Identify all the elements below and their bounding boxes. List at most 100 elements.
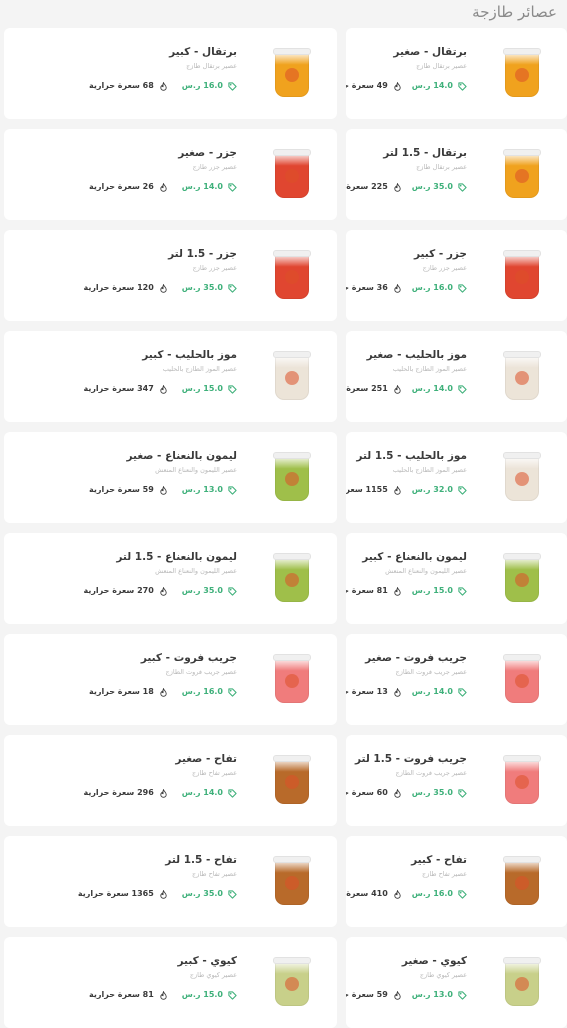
fire-icon [159, 990, 168, 1000]
tag-icon [228, 687, 237, 697]
product-name: ليمون بالنعناع - كبير [362, 551, 467, 563]
product-info: كيوي - صغير عصير كيوي طازج 13.0 ر.س 59 سعرة… [346, 954, 467, 1000]
fire-icon [393, 889, 402, 899]
product-meta: 14.0 ر.س 13 سعرة حرارية [346, 687, 467, 697]
product-card[interactable]: ليمون بالنعناع - كبير عصير الليمون والنعن… [346, 533, 567, 624]
product-card[interactable]: جزر - كبير عصير جزر طازج 16.0 ر.س 36 سعرة ح… [346, 230, 567, 321]
product-meta: 35.0 ر.س 225 سعرة حرارية [346, 182, 467, 192]
fire-icon [393, 687, 402, 697]
fire-icon [393, 182, 402, 192]
product-image [503, 149, 541, 198]
product-image [273, 48, 311, 97]
product-info: موز بالحليب - 1.5 لتر عصير الموز الطازج ب… [346, 449, 467, 495]
product-info: تفاح - كبير عصير تفاح طازج 16.0 ر.س 410 سعر… [346, 853, 467, 899]
product-meta: 16.0 ر.س 68 سعرة حرارية [12, 81, 237, 91]
product-card[interactable]: كيوي - صغير عصير كيوي طازج 13.0 ر.س 59 سعرة… [346, 937, 567, 1028]
product-meta: 35.0 ر.س 120 سعرة حرارية [12, 283, 237, 293]
product-calories: 59 سعرة حرارية [89, 485, 154, 494]
product-card[interactable]: ليمون بالنعناع - 1.5 لتر عصير الليمون وال… [4, 533, 337, 624]
product-info: جريب فروت - صغير عصير جريب فروت الطازج 14.… [346, 651, 467, 697]
product-calories: 60 سعرة حرارية [346, 788, 388, 797]
tag-icon [458, 485, 467, 495]
product-info: برتقال - صغير عصير برتقال طازج 14.0 ر.س 49 … [346, 45, 467, 91]
product-card[interactable]: موز بالحليب - صغير عصير الموز الطازج بالح… [346, 331, 567, 422]
product-image [503, 957, 541, 1006]
product-calories: 270 سعرة حرارية [83, 586, 154, 595]
product-info: جريب فروت - كبير عصير جريب فروت الطازج 16.… [12, 651, 237, 697]
fire-icon [159, 586, 168, 596]
product-description: عصير كيوي طازج [419, 971, 467, 979]
fire-icon [159, 687, 168, 697]
product-info: موز بالحليب - كبير عصير الموز الطازج بالح… [12, 348, 237, 394]
product-description: عصير جزر طازج [422, 264, 467, 272]
product-name: جريب فروت - 1.5 لتر [355, 753, 467, 765]
product-card[interactable]: جزر - صغير عصير جزر طازج 14.0 ر.س 26 سعرة ح… [4, 129, 337, 220]
tag-icon [228, 384, 237, 394]
fire-icon [393, 384, 402, 394]
product-calories: 225 سعرة حرارية [346, 182, 388, 191]
product-name: برتقال - 1.5 لتر [383, 147, 467, 159]
product-image [503, 452, 541, 501]
product-description: عصير جريب فروت الطازج [165, 668, 237, 676]
product-card[interactable]: جريب فروت - صغير عصير جريب فروت الطازج 14.… [346, 634, 567, 725]
tag-icon [458, 889, 467, 899]
product-card[interactable]: تفاح - 1.5 لتر عصير تفاح طازج 35.0 ر.س 1365… [4, 836, 337, 927]
product-name: موز بالحليب - 1.5 لتر [356, 450, 467, 462]
product-info: كيوي - كبير عصير كيوي طازج 15.0 ر.س 81 سعرة… [12, 954, 237, 1000]
product-meta: 15.0 ر.س 81 سعرة حرارية [346, 586, 467, 596]
product-calories: 410 سعرة حرارية [346, 889, 388, 898]
product-info: ليمون بالنعناع - كبير عصير الليمون والنعن… [346, 550, 467, 596]
product-meta: 35.0 ر.س 270 سعرة حرارية [12, 586, 237, 596]
product-image [273, 351, 311, 400]
product-description: عصير جزر طازج [192, 163, 237, 171]
product-info: جزر - كبير عصير جزر طازج 16.0 ر.س 36 سعرة ح… [346, 247, 467, 293]
product-card[interactable]: برتقال - صغير عصير برتقال طازج 14.0 ر.س 49 … [346, 28, 567, 119]
product-calories: 59 سعرة حرارية [346, 990, 388, 999]
product-price: 16.0 ر.س [411, 889, 453, 898]
product-meta: 13.0 ر.س 59 سعرة حرارية [346, 990, 467, 1000]
product-info: تفاح - صغير عصير تفاح طازج 14.0 ر.س 296 سعر… [12, 752, 237, 798]
product-price: 32.0 ر.س [411, 485, 453, 494]
product-price: 35.0 ر.س [181, 586, 223, 595]
product-info: ليمون بالنعناع - 1.5 لتر عصير الليمون وال… [12, 550, 237, 596]
product-price: 15.0 ر.س [181, 990, 223, 999]
product-card[interactable]: برتقال - 1.5 لتر عصير برتقال طازج 35.0 ر.س… [346, 129, 567, 220]
product-card[interactable]: جريب فروت - 1.5 لتر عصير جريب فروت الطازج… [346, 735, 567, 826]
product-description: عصير الليمون والنعناع المنعش [155, 567, 237, 575]
product-name: تفاح - صغير [175, 753, 237, 765]
product-description: عصير الموز الطازج بالحليب [392, 365, 467, 373]
product-card[interactable]: تفاح - صغير عصير تفاح طازج 14.0 ر.س 296 سعر… [4, 735, 337, 826]
product-meta: 13.0 ر.س 59 سعرة حرارية [12, 485, 237, 495]
product-card[interactable]: تفاح - كبير عصير تفاح طازج 16.0 ر.س 410 سعر… [346, 836, 567, 927]
product-meta: 14.0 ر.س 49 سعرة حرارية [346, 81, 467, 91]
product-info: جزر - 1.5 لتر عصير جزر طازج 35.0 ر.س 120 سع… [12, 247, 237, 293]
product-name: ليمون بالنعناع - 1.5 لتر [116, 551, 237, 563]
product-info: جريب فروت - 1.5 لتر عصير جريب فروت الطازج… [346, 752, 467, 798]
product-card[interactable]: ليمون بالنعناع - صغير عصير الليمون والنعن… [4, 432, 337, 523]
product-name: تفاح - 1.5 لتر [165, 854, 237, 866]
product-card[interactable]: موز بالحليب - 1.5 لتر عصير الموز الطازج ب… [346, 432, 567, 523]
product-card[interactable]: جريب فروت - كبير عصير جريب فروت الطازج 16.… [4, 634, 337, 725]
product-card[interactable]: جزر - 1.5 لتر عصير جزر طازج 35.0 ر.س 120 سع… [4, 230, 337, 321]
product-meta: 16.0 ر.س 18 سعرة حرارية [12, 687, 237, 697]
product-image [273, 149, 311, 198]
product-price: 16.0 ر.س [411, 283, 453, 292]
product-calories: 13 سعرة حرارية [346, 687, 388, 696]
product-name: جزر - صغير [178, 147, 237, 159]
tag-icon [458, 586, 467, 596]
fire-icon [159, 788, 168, 798]
fire-icon [393, 81, 402, 91]
product-card[interactable]: برتقال - كبير عصير برتقال طازج 16.0 ر.س 68 … [4, 28, 337, 119]
tag-icon [228, 586, 237, 596]
fire-icon [159, 889, 168, 899]
product-meta: 35.0 ر.س 60 سعرة حرارية [346, 788, 467, 798]
product-image [503, 755, 541, 804]
product-description: عصير الموز الطازج بالحليب [392, 466, 467, 474]
product-meta: 15.0 ر.س 81 سعرة حرارية [12, 990, 237, 1000]
tag-icon [228, 990, 237, 1000]
tag-icon [228, 485, 237, 495]
product-name: جزر - كبير [413, 248, 467, 260]
product-card[interactable]: كيوي - كبير عصير كيوي طازج 15.0 ر.س 81 سعرة… [4, 937, 337, 1028]
product-card[interactable]: موز بالحليب - كبير عصير الموز الطازج بالح… [4, 331, 337, 422]
fire-icon [393, 485, 402, 495]
